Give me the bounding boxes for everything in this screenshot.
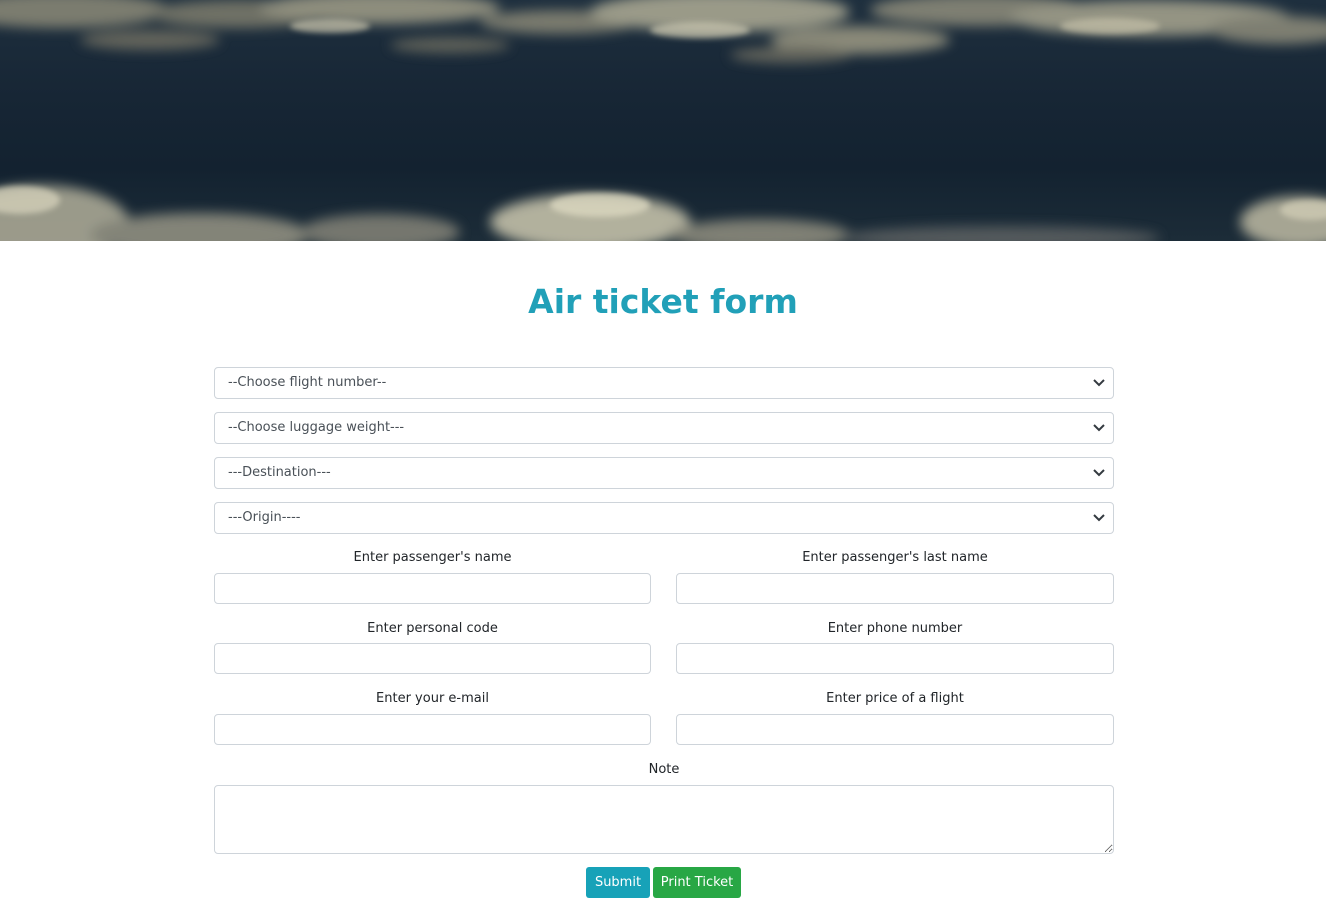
email-label: Enter your e-mail [376,691,489,706]
flight-price-label: Enter price of a flight [826,691,964,706]
personal-code-label: Enter personal code [367,621,498,636]
submit-button[interactable]: Submit [586,867,650,898]
email-input[interactable] [214,714,651,745]
origin-select[interactable]: ---Origin---- [214,502,1114,534]
print-ticket-button[interactable]: Print Ticket [653,867,741,898]
flight-number-select-value: --Choose flight number-- [228,375,387,390]
note-label: Note [648,762,680,777]
note-textarea[interactable] [214,785,1114,854]
origin-select-value: ---Origin---- [228,510,301,525]
chevron-down-icon [1093,514,1105,522]
passenger-last-name-label: Enter passenger's last name [802,550,988,565]
clouds-image [0,0,1326,241]
chevron-down-icon [1093,379,1105,387]
phone-number-input[interactable] [676,643,1114,674]
passenger-name-label: Enter passenger's name [353,550,512,565]
destination-select-value: ---Destination--- [228,465,331,480]
passenger-last-name-input[interactable] [676,573,1114,604]
flight-price-input[interactable] [676,714,1114,745]
phone-number-label: Enter phone number [827,621,963,636]
chevron-down-icon [1093,424,1105,432]
hero-banner [0,0,1326,241]
personal-code-input[interactable] [214,643,651,674]
destination-select[interactable]: ---Destination--- [214,457,1114,489]
chevron-down-icon [1093,469,1105,477]
luggage-weight-select-value: --Choose luggage weight--- [228,420,405,435]
page-title: Air ticket form [528,282,798,321]
luggage-weight-select[interactable]: --Choose luggage weight--- [214,412,1114,444]
passenger-name-input[interactable] [214,573,651,604]
flight-number-select[interactable]: --Choose flight number-- [214,367,1114,399]
